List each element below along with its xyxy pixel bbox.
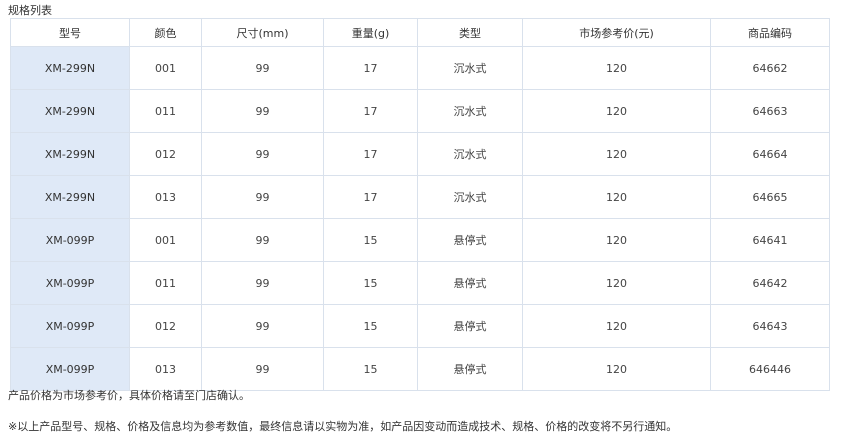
cell-price: 120	[522, 218, 711, 262]
cell-color: 013	[129, 175, 202, 219]
table-row: XM-299N 011 99 17 沉水式 120 64663	[10, 89, 830, 133]
cell-type: 悬停式	[417, 347, 523, 391]
cell-color: 001	[129, 218, 202, 262]
cell-weight: 17	[323, 132, 418, 176]
cell-color: 013	[129, 347, 202, 391]
spec-table: 型号 颜色 尺寸(mm) 重量(g) 类型 市场参考价(元) 商品编码 XM-2…	[10, 18, 830, 391]
cell-code: 646446	[710, 347, 830, 391]
cell-weight: 15	[323, 347, 418, 391]
cell-weight: 15	[323, 218, 418, 262]
table-row: XM-099P 013 99 15 悬停式 120 646446	[10, 347, 830, 391]
cell-color: 001	[129, 46, 202, 90]
cell-weight: 15	[323, 304, 418, 348]
cell-model: XM-099P	[10, 304, 130, 348]
cell-code: 64643	[710, 304, 830, 348]
cell-weight: 15	[323, 261, 418, 305]
cell-model: XM-099P	[10, 218, 130, 262]
cell-price: 120	[522, 261, 711, 305]
cell-color: 011	[129, 89, 202, 133]
cell-type: 悬停式	[417, 261, 523, 305]
cell-color: 012	[129, 304, 202, 348]
header-price: 市场参考价(元)	[522, 18, 711, 47]
table-row: XM-299N 013 99 17 沉水式 120 64665	[10, 175, 830, 219]
cell-price: 120	[522, 347, 711, 391]
cell-model: XM-299N	[10, 89, 130, 133]
cell-type: 沉水式	[417, 175, 523, 219]
cell-size: 99	[201, 46, 324, 90]
cell-size: 99	[201, 132, 324, 176]
cell-weight: 17	[323, 89, 418, 133]
disclaimer-note: ※以上产品型号、规格、价格及信息均为参考数值，最终信息请以实物为准，如产品因变动…	[8, 420, 678, 433]
cell-price: 120	[522, 132, 711, 176]
price-note: 产品价格为市场参考价，具体价格请至门店确认。	[8, 389, 250, 402]
cell-code: 64665	[710, 175, 830, 219]
cell-model: XM-299N	[10, 175, 130, 219]
cell-code: 64662	[710, 46, 830, 90]
cell-model: XM-299N	[10, 132, 130, 176]
header-color: 颜色	[129, 18, 202, 47]
header-code: 商品编码	[710, 18, 830, 47]
cell-price: 120	[522, 46, 711, 90]
cell-price: 120	[522, 89, 711, 133]
cell-code: 64663	[710, 89, 830, 133]
header-model: 型号	[10, 18, 130, 47]
cell-color: 012	[129, 132, 202, 176]
table-row: XM-099P 012 99 15 悬停式 120 64643	[10, 304, 830, 348]
table-row: XM-299N 012 99 17 沉水式 120 64664	[10, 132, 830, 176]
cell-weight: 17	[323, 46, 418, 90]
header-size: 尺寸(mm)	[201, 18, 324, 47]
table-row: XM-099P 001 99 15 悬停式 120 64641	[10, 218, 830, 262]
cell-model: XM-099P	[10, 347, 130, 391]
table-header-row: 型号 颜色 尺寸(mm) 重量(g) 类型 市场参考价(元) 商品编码	[10, 18, 830, 47]
cell-model: XM-099P	[10, 261, 130, 305]
cell-type: 悬停式	[417, 218, 523, 262]
cell-type: 沉水式	[417, 132, 523, 176]
table-row: XM-099P 011 99 15 悬停式 120 64642	[10, 261, 830, 305]
cell-code: 64641	[710, 218, 830, 262]
header-weight: 重量(g)	[323, 18, 418, 47]
cell-type: 沉水式	[417, 46, 523, 90]
cell-size: 99	[201, 347, 324, 391]
cell-size: 99	[201, 218, 324, 262]
cell-price: 120	[522, 175, 711, 219]
cell-code: 64642	[710, 261, 830, 305]
cell-type: 悬停式	[417, 304, 523, 348]
section-title: 规格列表	[8, 4, 52, 17]
cell-size: 99	[201, 175, 324, 219]
cell-code: 64664	[710, 132, 830, 176]
header-type: 类型	[417, 18, 523, 47]
cell-price: 120	[522, 304, 711, 348]
cell-size: 99	[201, 89, 324, 133]
cell-weight: 17	[323, 175, 418, 219]
cell-model: XM-299N	[10, 46, 130, 90]
table-row: XM-299N 001 99 17 沉水式 120 64662	[10, 46, 830, 90]
cell-type: 沉水式	[417, 89, 523, 133]
cell-size: 99	[201, 261, 324, 305]
cell-color: 011	[129, 261, 202, 305]
cell-size: 99	[201, 304, 324, 348]
